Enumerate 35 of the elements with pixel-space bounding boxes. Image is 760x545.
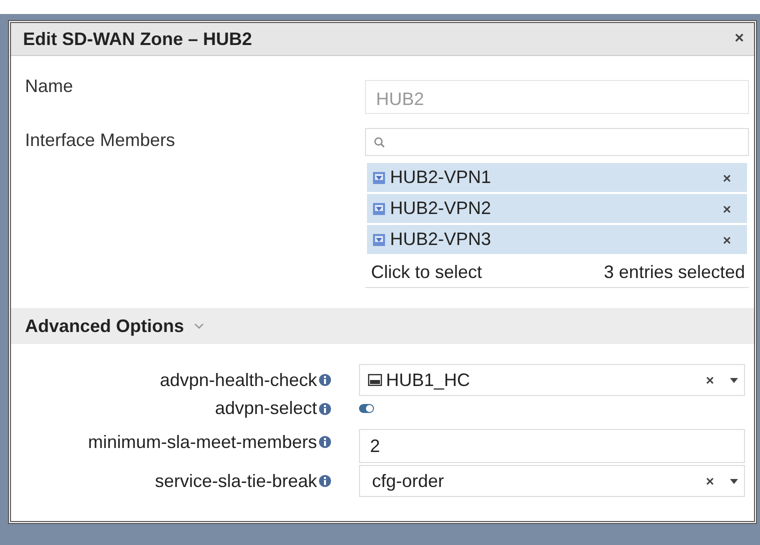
interface-icon	[373, 234, 385, 246]
remove-button[interactable]: ×	[716, 200, 737, 218]
search-field[interactable]	[365, 128, 749, 156]
advanced-options-header[interactable]: Advanced Options	[11, 308, 754, 344]
field-label: Interface Members	[25, 129, 176, 151]
clear-button[interactable]: ×	[700, 371, 720, 389]
selection-count: 3 entries selected	[604, 262, 745, 283]
clear-button[interactable]: ×	[700, 472, 720, 490]
toggle-switch[interactable]	[359, 404, 374, 413]
interface-icon	[373, 202, 385, 214]
remove-button[interactable]: ×	[716, 230, 737, 248]
member-item[interactable]: HUB2-VPN3 ×	[367, 225, 747, 254]
input-field[interactable]: 2	[359, 429, 745, 463]
dialog-title: Edit SD-WAN Zone – HUB2	[23, 28, 252, 50]
remove-button[interactable]: ×	[716, 168, 737, 186]
field-label: service-sla-tie-break	[154, 470, 317, 492]
info-icon	[319, 402, 331, 414]
caret-icon[interactable]	[730, 478, 738, 484]
chevron-icon	[194, 323, 204, 329]
info-icon	[319, 374, 331, 386]
select-field[interactable]: cfg-order ×	[359, 465, 745, 497]
select-field[interactable]: HUB1_HC ×	[359, 364, 745, 396]
field-label: advpn-health-check	[160, 370, 317, 390]
info-icon	[319, 475, 331, 487]
field-label: advpn-select	[214, 398, 317, 419]
field-label: Name	[25, 75, 74, 98]
caret-icon[interactable]	[730, 378, 738, 382]
member-item[interactable]: HUB2-VPN2 ×	[367, 194, 747, 223]
close-button[interactable]: ×	[732, 30, 746, 48]
member-item[interactable]: HUB2-VPN1 ×	[367, 163, 747, 192]
interface-icon	[373, 172, 385, 184]
select-hint[interactable]: Click to select	[371, 262, 482, 283]
info-icon	[319, 436, 331, 448]
search-icon	[374, 136, 385, 148]
field-label: minimum-sla-meet-members	[88, 432, 317, 452]
